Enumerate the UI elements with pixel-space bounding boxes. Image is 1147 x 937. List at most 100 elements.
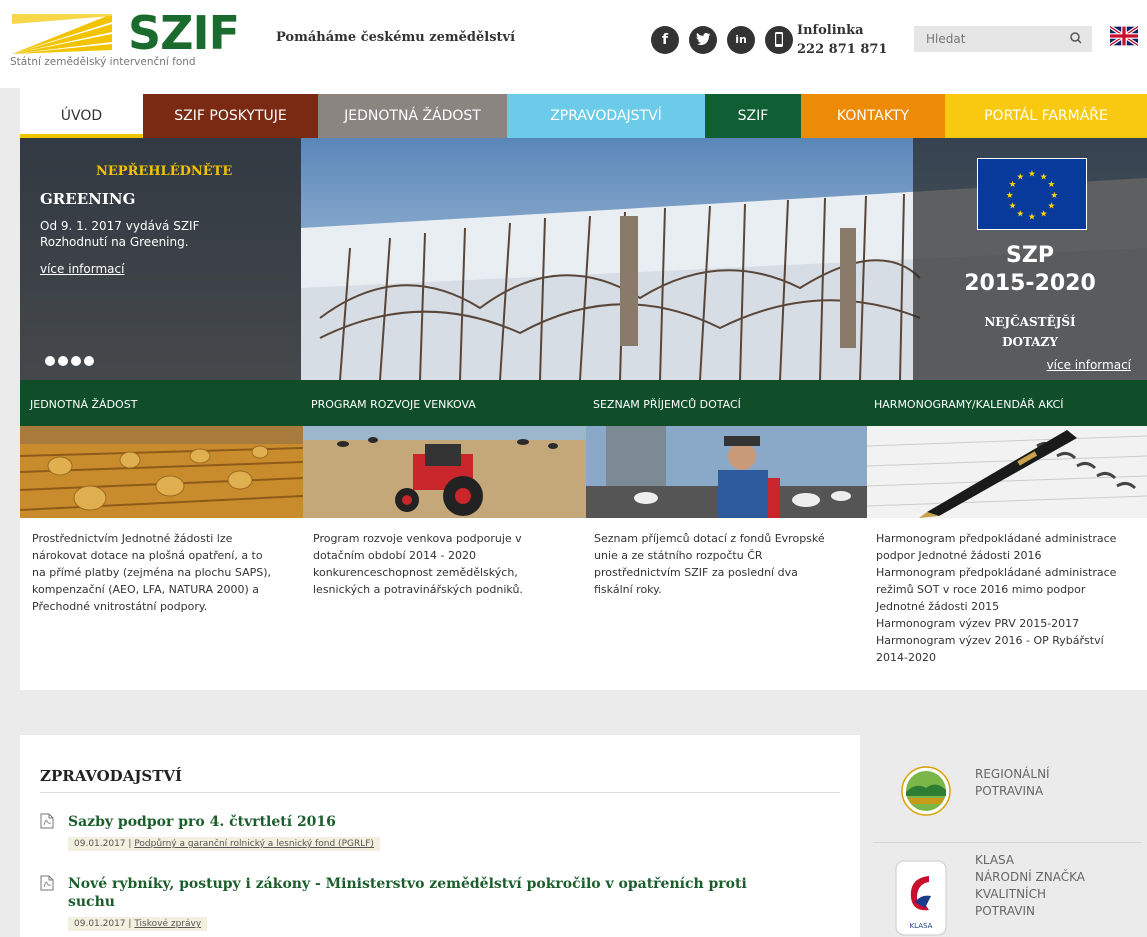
search-input[interactable] bbox=[914, 26, 1062, 52]
search-button[interactable] bbox=[1062, 26, 1092, 52]
search-box bbox=[914, 26, 1092, 52]
slider-dot-1[interactable] bbox=[45, 356, 55, 366]
logo-text: SZIF bbox=[128, 6, 240, 60]
hero-text-line: Rozhodnutí na Greening. bbox=[40, 235, 189, 249]
svg-text:KLASA: KLASA bbox=[910, 922, 933, 930]
tile-text-line: dotačním období 2014 - 2020 bbox=[313, 549, 476, 562]
svg-text:★: ★ bbox=[1016, 172, 1024, 182]
harmonogram-link[interactable]: Harmonogram výzev 2016 - OP Rybářství bbox=[876, 632, 1116, 649]
klasa-logo-icon: KLASA bbox=[895, 860, 947, 936]
section-tabs-bar: JEDNOTNÁ ŽÁDOST PROGRAM ROZVOJE VENKOVA … bbox=[20, 380, 1147, 426]
nav-item-zpravodajstvi[interactable]: ZPRAVODAJSTVÍ bbox=[507, 94, 705, 138]
hero-kicker: NEPŘEHLÉDNĚTE bbox=[96, 164, 233, 179]
main-nav: ÚVOD SZIF POSKYTUJE JEDNOTNÁ ŽÁDOST ZPRA… bbox=[20, 94, 1147, 138]
tile-text-harmonogramy: Harmonogram předpokládané administrace p… bbox=[876, 530, 1116, 666]
news-item-date: 09.01.2017 bbox=[74, 919, 126, 929]
tile-heading-seznam-prijemcu[interactable]: SEZNAM PŘÍJEMCŮ DOTACÍ bbox=[593, 398, 741, 411]
news-item-category[interactable]: Tiskové zprávy bbox=[134, 919, 201, 929]
tile-text-line: prostřednictvím SZIF za poslední dva bbox=[594, 566, 798, 579]
news-item-title[interactable]: Sazby podpor pro 4. čtvrtletí 2016 bbox=[68, 813, 828, 831]
svg-text:★: ★ bbox=[1040, 172, 1048, 182]
news-title: ZPRAVODAJSTVÍ bbox=[40, 767, 183, 785]
nav-item-szif-poskytuje[interactable]: SZIF POSKYTUJE bbox=[143, 94, 318, 138]
harmonogram-link[interactable]: Harmonogram předpokládané administrace bbox=[876, 530, 1116, 547]
tile-image-calendar-pen[interactable] bbox=[867, 426, 1147, 518]
svg-text:★: ★ bbox=[1050, 191, 1058, 201]
eu-flag-icon: ★ ★★ ★★★ ★★★ ★★★ bbox=[977, 158, 1087, 230]
news-item-category[interactable]: Podpůrný a garanční rolnický a lesnický … bbox=[134, 839, 374, 849]
harmonogram-link[interactable]: Harmonogram výzev PRV 2015-2017 bbox=[876, 615, 1116, 632]
tile-text-line: konkurenceschopnost zemědělských, bbox=[313, 566, 518, 579]
twitter-icon[interactable] bbox=[689, 26, 717, 54]
szp-panel: ★ ★ ★ ★ ★ ★ ★ ★ ★ ★ ★ ★ SZP 2015-2020 NEJČASTĚJŠ… bbox=[913, 138, 1147, 380]
svg-text:★: ★ bbox=[1028, 170, 1036, 180]
phone-icon[interactable] bbox=[765, 26, 793, 54]
harmonogram-link[interactable]: režimů SOT v roce 2016 mimo podpor bbox=[876, 581, 1116, 598]
nav-item-jednotna-zadost[interactable]: JEDNOTNÁ ŽÁDOST bbox=[318, 94, 507, 138]
sidebar-item-line: KVALITNÍCH bbox=[975, 887, 1046, 901]
szp-more-link[interactable]: více informací bbox=[1047, 358, 1131, 372]
news-item-title-line: suchu bbox=[68, 894, 115, 910]
tile-text-line: nárokovat dotace na plošná opatření, a t… bbox=[32, 549, 263, 562]
facebook-icon[interactable]: f bbox=[651, 26, 679, 54]
nav-item-szif[interactable]: SZIF bbox=[705, 94, 801, 138]
sidebar-divider bbox=[873, 842, 1141, 843]
header: SZIF Státní zemědělský intervenční fond … bbox=[0, 0, 1147, 88]
tile-heading-prv[interactable]: PROGRAM ROZVOJE VENKOVA bbox=[311, 398, 476, 411]
harmonogram-link[interactable]: Jednotné žádosti 2015 bbox=[876, 598, 1116, 615]
news-item-title[interactable]: Nové rybníky, postupy i zákony - Ministe… bbox=[68, 875, 828, 911]
tile-image-tractor[interactable] bbox=[303, 426, 586, 518]
slider-dot-4[interactable] bbox=[84, 356, 94, 366]
news-item-title-line: Nové rybníky, postupy i zákony - Ministe… bbox=[68, 876, 747, 892]
nav-item-kontakty[interactable]: KONTAKTY bbox=[801, 94, 945, 138]
infolinka-label: Infolinka bbox=[797, 23, 864, 38]
tile-heading-harmonogramy[interactable]: HARMONOGRAMY/KALENDÁŘ AKCÍ bbox=[874, 398, 1064, 411]
harmonogram-link[interactable]: Harmonogram předpokládané administrace bbox=[876, 564, 1116, 581]
svg-text:★: ★ bbox=[1040, 209, 1048, 219]
sidebar-item-text: REGIONÁLNÍ POTRAVINA bbox=[975, 766, 1050, 800]
szif-logo[interactable]: SZIF Státní zemědělský intervenční fond bbox=[10, 6, 240, 72]
tile-text-line: fiskální roky. bbox=[594, 583, 662, 596]
hero-more-link[interactable]: více informací bbox=[40, 262, 124, 276]
pdf-icon bbox=[40, 875, 54, 891]
uk-flag-icon[interactable] bbox=[1110, 26, 1138, 46]
harmonogram-link[interactable]: 2014-2020 bbox=[876, 649, 1116, 666]
harmonogram-link[interactable]: podpor Jednotné žádosti 2016 bbox=[876, 547, 1116, 564]
infolinka: Infolinka 222 871 871 bbox=[797, 21, 887, 59]
nav-item-portal-farmare[interactable]: PORTÁL FARMÁŘE bbox=[945, 94, 1147, 138]
regional-food-logo-icon bbox=[901, 766, 951, 816]
tile-image-farmer[interactable] bbox=[586, 426, 867, 518]
tile-text-line: Program rozvoje venkova podporuje v bbox=[313, 532, 522, 545]
hero-feature-panel: NEPŘEHLÉDNĚTE GREENING Od 9. 1. 2017 vyd… bbox=[20, 138, 301, 380]
hero-text: Od 9. 1. 2017 vydává SZIF Rozhodnutí na … bbox=[40, 218, 280, 250]
news-item-meta: 09.01.2017 | Tiskové zprávy bbox=[68, 917, 208, 931]
svg-text:★: ★ bbox=[1048, 180, 1056, 190]
tile-heading-jednotna-zadost[interactable]: JEDNOTNÁ ŽÁDOST bbox=[30, 398, 137, 411]
szp-title-line: SZP bbox=[1006, 243, 1054, 268]
logo-subtitle: Státní zemědělský intervenční fond bbox=[10, 56, 196, 68]
sidebar-item-klasa[interactable]: KLASA KLASA NÁRODNÍ ZNAČKA KVALITNÍCH PO… bbox=[873, 852, 1141, 937]
sidebar-item-regionalni-potravina[interactable]: REGIONÁLNÍ POTRAVINA bbox=[873, 760, 1141, 830]
tile-text-line: kompenzační (AEO, LFA, NATURA 2000) a bbox=[32, 583, 260, 596]
sidebar-item-line: NÁRODNÍ ZNAČKA bbox=[975, 870, 1085, 884]
tile-image-hay-field[interactable] bbox=[20, 426, 303, 518]
sidebar-item-line: REGIONÁLNÍ bbox=[975, 767, 1050, 781]
svg-text:★: ★ bbox=[1048, 202, 1056, 212]
svg-text:★: ★ bbox=[1006, 191, 1014, 201]
sidebar-item-line: POTRAVIN bbox=[975, 904, 1036, 918]
svg-text:★: ★ bbox=[1009, 180, 1017, 190]
logo-stripes-icon bbox=[12, 14, 112, 54]
infolinka-number: 222 871 871 bbox=[797, 42, 888, 57]
tile-text-line: unie a ze státního rozpočtu ČR bbox=[594, 549, 763, 562]
hero-title: GREENING bbox=[40, 190, 136, 208]
szp-title-line: 2015-2020 bbox=[964, 271, 1096, 296]
news-divider bbox=[40, 792, 840, 793]
nav-item-uvod[interactable]: ÚVOD bbox=[20, 94, 143, 138]
linkedin-icon[interactable]: in bbox=[727, 26, 755, 54]
tile-text-line: na přímé platby (zejména na plochu SAPS)… bbox=[32, 566, 271, 579]
news-item-date: 09.01.2017 bbox=[74, 839, 126, 849]
news-item-title-line: Sazby podpor pro 4. čtvrtletí 2016 bbox=[68, 814, 336, 830]
slider-dot-2[interactable] bbox=[58, 356, 68, 366]
slider-dots bbox=[45, 356, 94, 366]
slider-dot-3[interactable] bbox=[71, 356, 81, 366]
